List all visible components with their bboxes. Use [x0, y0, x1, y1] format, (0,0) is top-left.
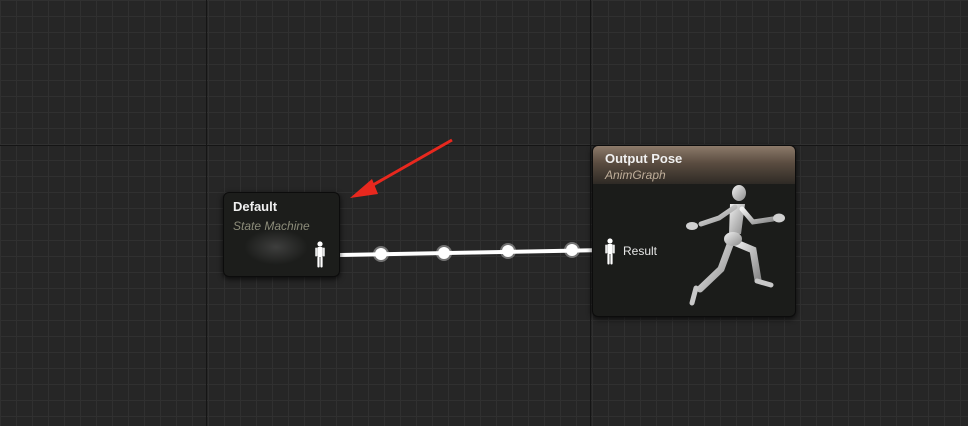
wire-bubble	[375, 248, 387, 260]
node-title: Default	[233, 199, 278, 214]
wire-bubble	[566, 244, 578, 256]
node-title: Output Pose	[605, 151, 683, 166]
wire-bubble	[502, 245, 514, 257]
node-preview-glow	[244, 229, 308, 265]
node-header: Output Pose AnimGraph	[593, 146, 795, 184]
node-header: Default State Machine	[233, 198, 310, 233]
node-subtitle: State Machine	[233, 219, 310, 233]
graph-overlay	[339, 138, 607, 262]
wire-connection[interactable]	[339, 242, 607, 262]
result-pin-label: Result	[623, 244, 658, 258]
output-pose-node[interactable]: Output Pose AnimGraph Result	[592, 145, 796, 317]
wire-bubble	[438, 247, 450, 259]
red-arrow-icon	[350, 138, 453, 198]
running-mannequin-icon	[683, 182, 795, 312]
pose-pin-icon[interactable]	[605, 238, 615, 266]
pose-pin-icon[interactable]	[315, 241, 325, 269]
state-machine-node[interactable]: Default State Machine	[223, 192, 340, 277]
node-subtitle: AnimGraph	[605, 168, 666, 182]
